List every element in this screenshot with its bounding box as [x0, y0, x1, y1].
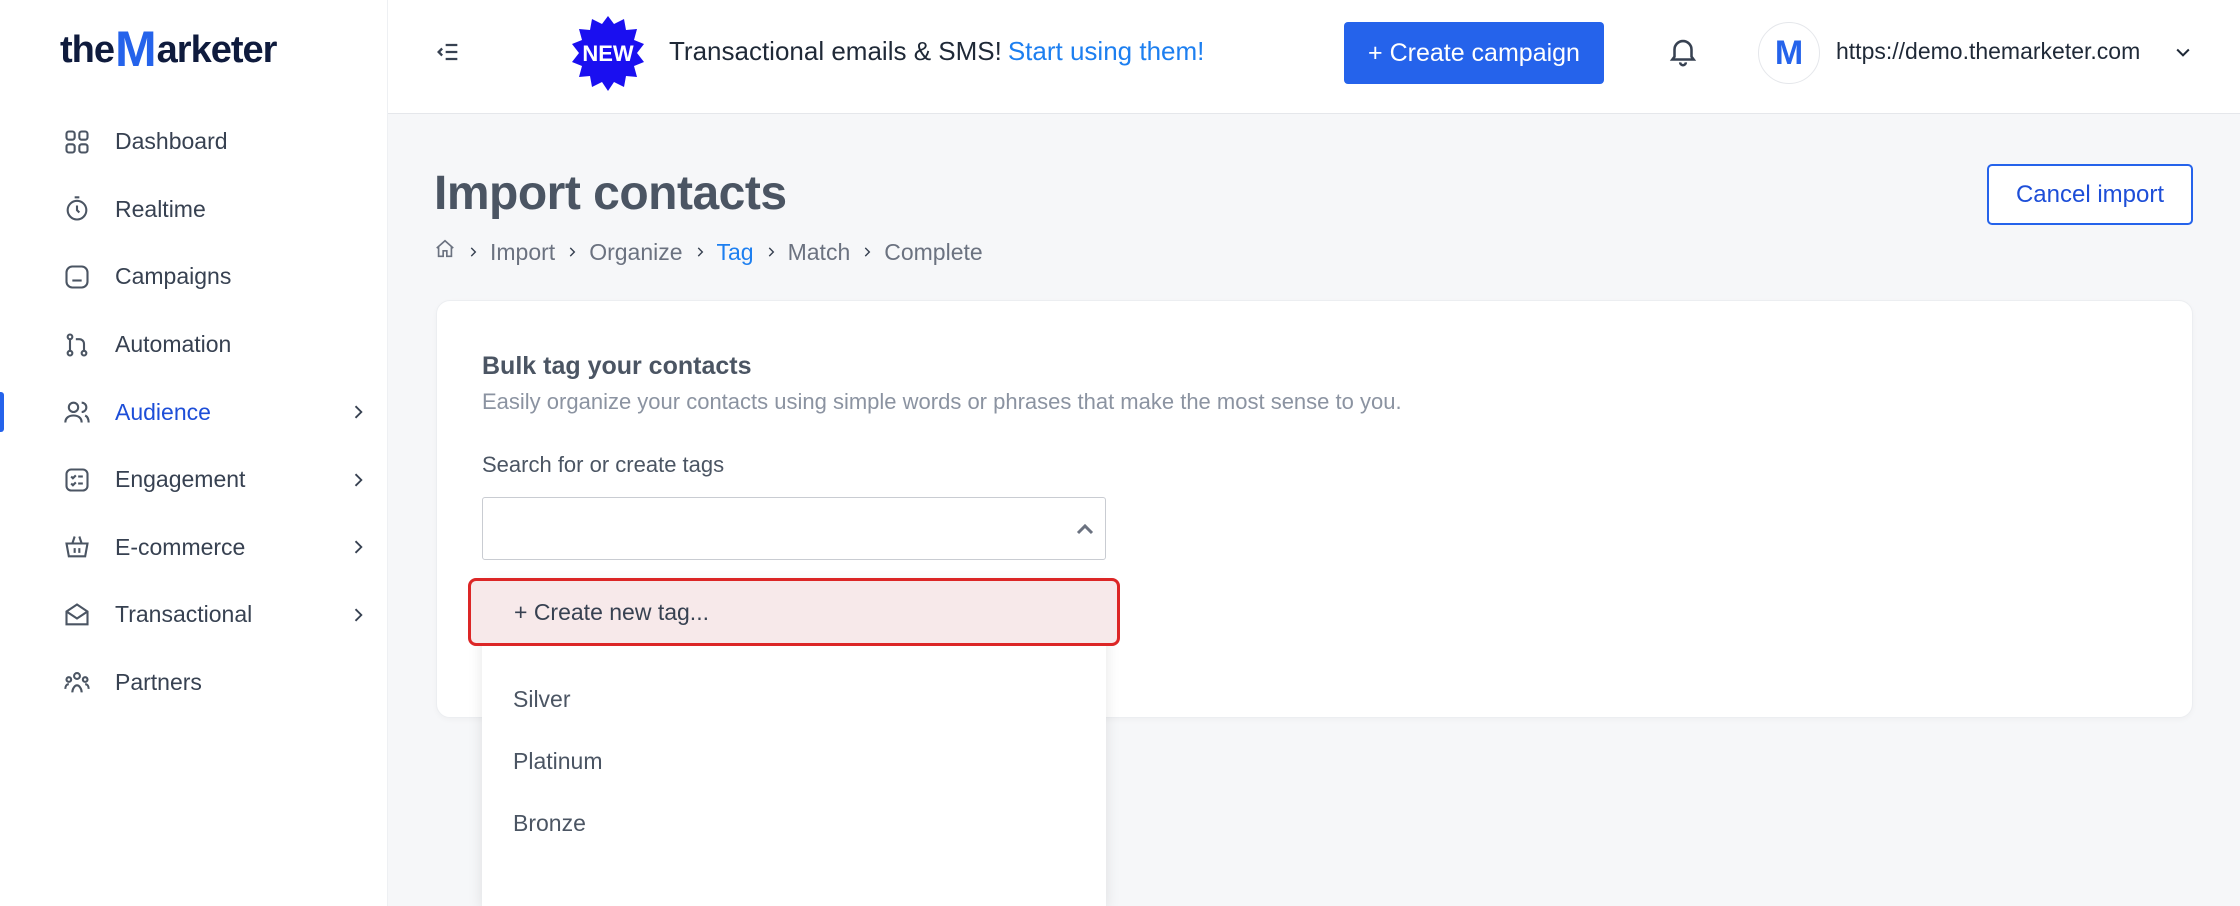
breadcrumb-import[interactable]: Import: [490, 239, 555, 266]
sidebar-item-transactional[interactable]: Transactional: [0, 581, 388, 649]
sidebar-item-automation[interactable]: Automation: [0, 311, 388, 379]
sidebar-item-label: Realtime: [115, 195, 206, 222]
create-campaign-button[interactable]: + Create campaign: [1344, 22, 1604, 84]
stopwatch-icon: [62, 194, 92, 224]
basket-icon: [62, 532, 92, 562]
bell-icon[interactable]: [1666, 34, 1700, 68]
breadcrumb-match[interactable]: Match: [788, 239, 851, 266]
envelope-icon: [62, 600, 92, 630]
tag-option-platinum[interactable]: Platinum: [482, 730, 1106, 792]
cancel-import-button[interactable]: Cancel import: [1987, 164, 2193, 225]
campaigns-icon: [62, 262, 92, 292]
sidebar-item-audience[interactable]: Audience: [0, 378, 388, 446]
breadcrumb-organize[interactable]: Organize: [589, 239, 682, 266]
audience-icon: [62, 397, 92, 427]
dashboard-icon: [62, 127, 92, 157]
create-new-tag-option[interactable]: + Create new tag...: [468, 578, 1120, 646]
promo-link[interactable]: Start using them!: [1008, 36, 1205, 66]
engagement-icon: [62, 465, 92, 495]
chevron-right-icon: [693, 245, 707, 259]
page-title: Import contacts: [434, 167, 787, 220]
chevron-right-icon: [348, 605, 368, 625]
tag-option-bronze[interactable]: Bronze: [482, 792, 1106, 854]
chevron-right-icon: [860, 245, 874, 259]
sidebar-item-engagement[interactable]: Engagement: [0, 446, 388, 514]
chevron-right-icon: [348, 402, 368, 422]
chevron-up-icon[interactable]: [1073, 518, 1097, 542]
sidebar-item-label: Transactional: [115, 601, 253, 628]
sidebar-item-ecommerce[interactable]: E-commerce: [0, 514, 388, 582]
sidebar-item-label: E-commerce: [115, 533, 246, 560]
chevron-right-icon: [348, 537, 368, 557]
breadcrumb-complete[interactable]: Complete: [884, 239, 982, 266]
chevron-right-icon: [565, 245, 579, 259]
sidebar-item-partners[interactable]: Partners: [0, 649, 388, 717]
logo-text-pre: the: [60, 29, 115, 71]
chevron-right-icon: [764, 245, 778, 259]
tag-search-input[interactable]: [482, 497, 1106, 560]
promo-text: Transactional emails & SMS!: [669, 36, 1002, 66]
sidebar: the Marketer Dashboard Realtime Campaigns…: [0, 0, 388, 906]
chevron-right-icon: [348, 470, 368, 490]
home-icon[interactable]: [434, 238, 456, 266]
tag-search-label: Search for or create tags: [482, 452, 725, 477]
card-subtitle: Easily organize your contacts using simp…: [482, 389, 1402, 414]
new-badge-text: NEW: [582, 41, 634, 66]
collapse-menu-icon[interactable]: [434, 38, 464, 68]
themarketer-logo[interactable]: the Marketer: [60, 20, 278, 77]
sidebar-item-dashboard[interactable]: Dashboard: [0, 108, 388, 176]
account-avatar[interactable]: M: [1758, 22, 1820, 84]
logo-text-m: M: [115, 21, 157, 77]
automation-icon: [62, 330, 92, 360]
sidebar-item-label: Dashboard: [115, 128, 228, 155]
partners-icon: [62, 668, 92, 698]
new-badge: NEW: [568, 14, 648, 94]
tag-option-silver[interactable]: Silver: [482, 668, 1106, 730]
sidebar-item-label: Partners: [115, 669, 202, 696]
sidebar-item-realtime[interactable]: Realtime: [0, 176, 388, 244]
sidebar-item-label: Automation: [115, 331, 232, 358]
sidebar-nav: Dashboard Realtime Campaigns Automation …: [0, 108, 388, 716]
promo-banner: Transactional emails & SMS! Start using t…: [669, 36, 1204, 67]
card-title: Bulk tag your contacts: [482, 352, 752, 380]
breadcrumb: Import Organize Tag Match Complete: [434, 237, 983, 267]
chevron-right-icon: [466, 245, 480, 259]
chevron-down-icon[interactable]: [2173, 42, 2193, 62]
breadcrumb-tag[interactable]: Tag: [717, 239, 754, 266]
top-bar: NEW Transactional emails & SMS! Start usi…: [388, 0, 2240, 114]
account-avatar-initial: M: [1774, 33, 1804, 72]
sidebar-item-campaigns[interactable]: Campaigns: [0, 243, 388, 311]
sidebar-item-label: Campaigns: [115, 263, 232, 290]
account-url[interactable]: https://demo.themarketer.com: [1836, 38, 2140, 65]
logo-text-post: arketer: [156, 29, 278, 71]
sidebar-item-label: Engagement: [115, 466, 246, 493]
sidebar-item-label: Audience: [115, 398, 211, 425]
